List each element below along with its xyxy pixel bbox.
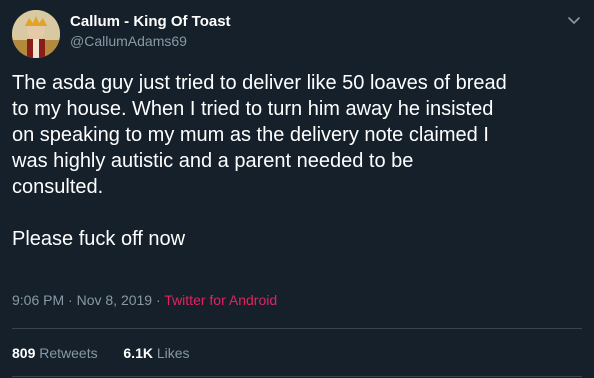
tweet-text: The asda guy just tried to deliver like … [12, 72, 507, 250]
tweet-meta: 9:06 PM · Nov 8, 2019 · Twitter for Andr… [12, 292, 277, 308]
retweets-label: Retweets [39, 345, 98, 361]
avatar[interactable] [12, 10, 60, 58]
likes-label: Likes [156, 345, 190, 361]
divider [12, 328, 582, 329]
tweet: Callum - King Of Toast @CallumAdams69 Th… [0, 0, 594, 378]
meta-separator: · [155, 292, 161, 308]
retweets-stat[interactable]: 809 Retweets [12, 345, 102, 361]
display-name[interactable]: Callum - King Of Toast [70, 13, 231, 30]
tweet-stats: 809 Retweets 6.1K Likes [12, 345, 190, 361]
user-handle[interactable]: @CallumAdams69 [70, 33, 187, 49]
chevron-down-icon[interactable] [566, 12, 582, 28]
retweets-count: 809 [12, 345, 36, 361]
tweet-date[interactable]: Nov 8, 2019 [77, 292, 153, 308]
meta-separator: · [68, 292, 73, 308]
likes-count: 6.1K [123, 345, 153, 361]
tweet-time[interactable]: 9:06 PM [12, 292, 64, 308]
likes-stat[interactable]: 6.1K Likes [123, 345, 189, 361]
avatar-image [12, 10, 60, 58]
divider [12, 376, 582, 377]
tweet-source-link[interactable]: Twitter for Android [164, 292, 277, 308]
